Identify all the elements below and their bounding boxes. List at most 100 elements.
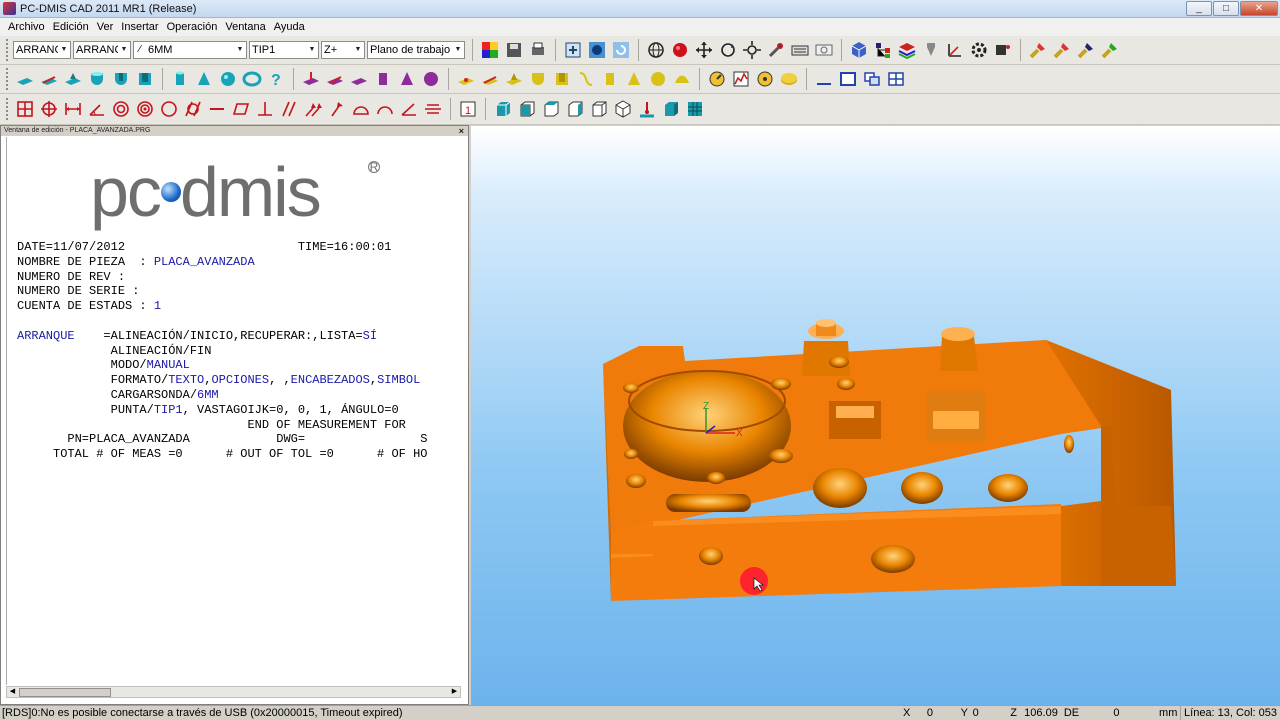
- code-line[interactable]: END OF MEASUREMENT FOR: [17, 418, 427, 433]
- report-label-icon[interactable]: [1098, 38, 1122, 62]
- code-line[interactable]: CUENTA DE ESTADS : 1: [17, 299, 427, 314]
- maximize-button[interactable]: □: [1213, 1, 1239, 16]
- code-line[interactable]: NOMBRE DE PIEZA : PLACA_AVANZADA: [17, 255, 427, 270]
- coaxiality-icon[interactable]: [133, 97, 157, 121]
- plane-feature-icon[interactable]: [61, 67, 85, 91]
- report-icon[interactable]: [1026, 38, 1050, 62]
- construct-cylinder-icon[interactable]: [598, 67, 622, 91]
- code-line[interactable]: TOTAL # OF MEAS =0 # OUT OF TOL =0 # OF …: [17, 447, 427, 462]
- single-view-icon[interactable]: [836, 67, 860, 91]
- probe-tool-icon[interactable]: [764, 38, 788, 62]
- workplane-combo[interactable]: Plano de trabajo ▼: [367, 41, 465, 59]
- menu-archivo[interactable]: Archivo: [4, 21, 49, 33]
- code-line[interactable]: NUMERO DE SERIE :: [17, 284, 427, 299]
- construct-point-icon[interactable]: [454, 67, 478, 91]
- coordsys-combo[interactable]: ARRANC ▼: [73, 41, 131, 59]
- globe-icon[interactable]: [644, 38, 668, 62]
- torus-shape-icon[interactable]: [240, 67, 264, 91]
- code-line[interactable]: PN=PLACA_AVANZADA DWG= S: [17, 432, 427, 447]
- move-icon[interactable]: [692, 38, 716, 62]
- circular-runout-icon[interactable]: [325, 97, 349, 121]
- probe-change-icon[interactable]: [919, 38, 943, 62]
- view-right-icon[interactable]: [563, 97, 587, 121]
- program-code[interactable]: DATE=11/07/2012 TIME=16:00:01 NOMBRE DE P…: [17, 240, 427, 462]
- code-line[interactable]: DATE=11/07/2012 TIME=16:00:01: [17, 240, 427, 255]
- menu-operacion[interactable]: Operación: [163, 21, 222, 33]
- pan-icon[interactable]: [740, 38, 764, 62]
- auto-line-icon[interactable]: [323, 67, 347, 91]
- probe-position-icon[interactable]: [635, 97, 659, 121]
- toolbar-grip[interactable]: [6, 68, 10, 90]
- cube-icon[interactable]: [847, 38, 871, 62]
- sphere-shape-icon[interactable]: [216, 67, 240, 91]
- menu-insertar[interactable]: Insertar: [117, 21, 162, 33]
- menu-ayuda[interactable]: Ayuda: [270, 21, 309, 33]
- save-icon[interactable]: [502, 38, 526, 62]
- circle-feature-icon[interactable]: [85, 67, 109, 91]
- keyboard-icon[interactable]: [788, 38, 812, 62]
- angularity-icon[interactable]: [397, 97, 421, 121]
- horizontal-scrollbar[interactable]: ◀ ▶: [6, 686, 461, 698]
- gauge-icon[interactable]: [705, 67, 729, 91]
- code-line[interactable]: [17, 314, 427, 329]
- grid-view-icon[interactable]: [683, 97, 707, 121]
- menu-edicion[interactable]: Edición: [49, 21, 93, 33]
- menu-ventana[interactable]: Ventana: [221, 21, 269, 33]
- construct-line-icon[interactable]: [478, 67, 502, 91]
- auto-cone-icon[interactable]: [395, 67, 419, 91]
- code-line[interactable]: CARGARSONDA/6MM: [17, 388, 427, 403]
- alignment-combo[interactable]: ARRANC ▼: [13, 41, 71, 59]
- view-3d-icon[interactable]: [611, 97, 635, 121]
- symmetry-icon[interactable]: [421, 97, 445, 121]
- straightness-icon[interactable]: [205, 97, 229, 121]
- cylinder-feature-icon[interactable]: [109, 67, 133, 91]
- location-dimension-icon[interactable]: [13, 97, 37, 121]
- toolbar-grip[interactable]: [6, 98, 10, 120]
- dial-icon[interactable]: [753, 67, 777, 91]
- graphics-display-window[interactable]: X Z: [471, 126, 1280, 705]
- axis-icon[interactable]: [943, 38, 967, 62]
- construct-sphere-icon[interactable]: [646, 67, 670, 91]
- perpendicularity-icon[interactable]: [253, 97, 277, 121]
- cylindricity-icon[interactable]: [181, 97, 205, 121]
- construct-circle-icon[interactable]: [526, 67, 550, 91]
- profile-line-icon[interactable]: [373, 97, 397, 121]
- construct-cone-icon[interactable]: [622, 67, 646, 91]
- tile-view-icon[interactable]: [884, 67, 908, 91]
- machine-icon[interactable]: [991, 38, 1015, 62]
- settings-icon[interactable]: [967, 38, 991, 62]
- view-top-icon[interactable]: [539, 97, 563, 121]
- rotate-icon[interactable]: [716, 38, 740, 62]
- auto-point-icon[interactable]: [299, 67, 323, 91]
- scrollbar-thumb[interactable]: [19, 688, 111, 697]
- layers-icon[interactable]: [895, 38, 919, 62]
- roundness-icon[interactable]: [157, 97, 181, 121]
- split-view-icon[interactable]: [860, 67, 884, 91]
- construct-plane-icon[interactable]: [502, 67, 526, 91]
- disk-icon[interactable]: [777, 67, 801, 91]
- edit-window-close-icon[interactable]: ×: [459, 126, 464, 136]
- view-front-icon[interactable]: [515, 97, 539, 121]
- help-icon[interactable]: ?: [264, 67, 288, 91]
- auto-cylinder-icon[interactable]: [371, 67, 395, 91]
- minimize-button[interactable]: _: [1186, 1, 1212, 16]
- flatness-icon[interactable]: [229, 97, 253, 121]
- code-line[interactable]: ALINEACIÓN/FIN: [17, 344, 427, 359]
- measure-icon[interactable]: [812, 38, 836, 62]
- total-runout-icon[interactable]: [301, 97, 325, 121]
- print-icon[interactable]: [526, 38, 550, 62]
- construct-surface-icon[interactable]: [670, 67, 694, 91]
- probe-combo[interactable]: ⁄ 6MM ▼: [133, 41, 247, 59]
- view-wire-icon[interactable]: [587, 97, 611, 121]
- edit-window-text[interactable]: pc dmis R DATE=11/07/2012 TIME=16:00:01 NOM…: [6, 137, 461, 685]
- chart-report-icon[interactable]: [729, 67, 753, 91]
- menu-ver[interactable]: Ver: [93, 21, 118, 33]
- code-line[interactable]: ARRANQUE =ALINEACIÓN/INICIO,RECUPERAR:,L…: [17, 329, 427, 344]
- zoom-fit-icon[interactable]: [561, 38, 585, 62]
- solid-view-icon[interactable]: [659, 97, 683, 121]
- record-icon[interactable]: [668, 38, 692, 62]
- report-alt-icon[interactable]: [1050, 38, 1074, 62]
- cad-model[interactable]: X Z: [471, 126, 1280, 705]
- view-iso-icon[interactable]: [491, 97, 515, 121]
- construct-slot-icon[interactable]: [550, 67, 574, 91]
